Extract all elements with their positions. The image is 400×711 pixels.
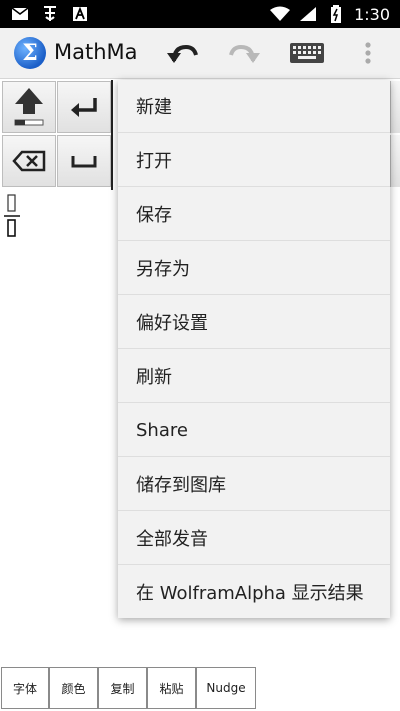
enter-icon <box>71 98 97 117</box>
menu-item-label: 偏好设置 <box>136 313 208 334</box>
redo-button[interactable] <box>224 34 264 72</box>
copy-button[interactable]: 复制 <box>98 667 147 709</box>
menu-item-label: 储存到图库 <box>136 475 226 496</box>
space-icon <box>71 156 97 168</box>
font-button[interactable]: 字体 <box>1 667 49 709</box>
menu-item-label: 打开 <box>136 151 172 172</box>
undo-icon <box>167 44 198 63</box>
shift-up-icon <box>14 88 44 126</box>
menu-item-label: 在 WolframAlpha 显示结果 <box>136 583 364 604</box>
notification-icon <box>40 4 60 24</box>
keypad-divider <box>111 80 113 190</box>
menu-item-label: Share <box>136 419 188 441</box>
wifi-icon <box>270 4 291 24</box>
menu-item-save[interactable]: 保存 <box>118 188 390 241</box>
menu-item-speak-all[interactable]: 全部发音 <box>118 512 390 565</box>
mail-icon <box>10 4 30 24</box>
menu-item-label: 另存为 <box>136 259 190 280</box>
menu-item-label: 刷新 <box>136 367 172 388</box>
status-time: 1:30 <box>354 4 390 24</box>
app-logo: Σ <box>14 37 46 69</box>
undo-button[interactable] <box>163 34 203 72</box>
backspace-key[interactable] <box>2 135 56 187</box>
keyboard-button[interactable] <box>285 34 329 72</box>
keypad-key-partial[interactable] <box>390 135 400 187</box>
menu-item-share[interactable]: Share <box>118 404 390 457</box>
app-bar: Σ MathMa <box>0 28 400 79</box>
menu-item-label: 新建 <box>136 97 172 118</box>
a-icon <box>70 4 90 24</box>
menu-item-wolframalpha[interactable]: 在 WolframAlpha 显示结果 <box>118 566 390 618</box>
menu-item-new[interactable]: 新建 <box>118 80 390 133</box>
editor-fraction-placeholder[interactable] <box>4 194 20 238</box>
enter-key[interactable] <box>57 81 111 133</box>
keyboard-icon <box>290 43 324 63</box>
status-right-icons: 1:30 <box>270 4 390 24</box>
menu-item-preferences[interactable]: 偏好设置 <box>118 296 390 349</box>
backspace-icon <box>12 150 46 172</box>
menu-item-label: 保存 <box>136 205 172 226</box>
paste-button[interactable]: 粘贴 <box>147 667 196 709</box>
redo-icon <box>229 44 260 63</box>
color-button[interactable]: 颜色 <box>49 667 98 709</box>
signal-icon <box>298 4 318 24</box>
menu-item-save-to-gallery[interactable]: 储存到图库 <box>118 458 390 511</box>
status-bar: 1:30 <box>0 0 400 28</box>
shift-key[interactable] <box>2 81 56 133</box>
menu-item-label: 全部发音 <box>136 529 208 550</box>
battery-icon <box>326 4 346 24</box>
app-title: MathMa <box>54 40 138 64</box>
menu-item-refresh[interactable]: 刷新 <box>118 350 390 403</box>
more-vert-icon <box>365 42 371 64</box>
space-key[interactable] <box>57 135 111 187</box>
menu-item-save-as[interactable]: 另存为 <box>118 242 390 295</box>
overflow-menu: 新建 打开 保存 另存为 偏好设置 刷新 Share 储存到图库 全部发音 在 … <box>118 80 390 618</box>
nudge-button[interactable]: Nudge <box>196 667 256 709</box>
overflow-menu-button[interactable] <box>350 34 386 72</box>
menu-item-open[interactable]: 打开 <box>118 134 390 187</box>
status-left-icons <box>10 4 90 24</box>
keypad-key-partial[interactable] <box>390 81 400 133</box>
